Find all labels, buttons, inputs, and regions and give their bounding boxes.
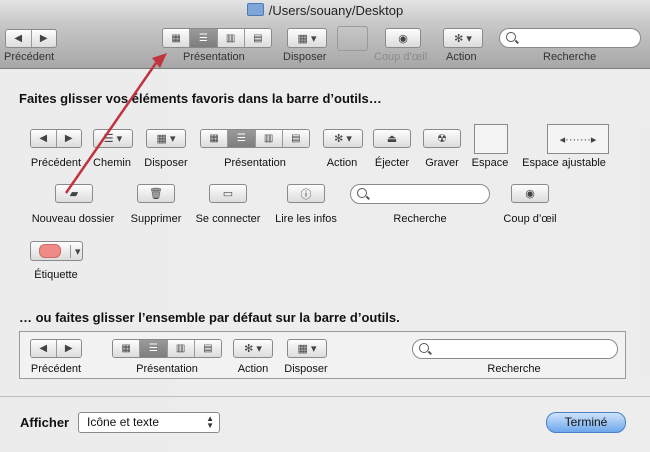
- annotation-arrow-line: [64, 62, 158, 194]
- annotation-arrow: [64, 53, 167, 194]
